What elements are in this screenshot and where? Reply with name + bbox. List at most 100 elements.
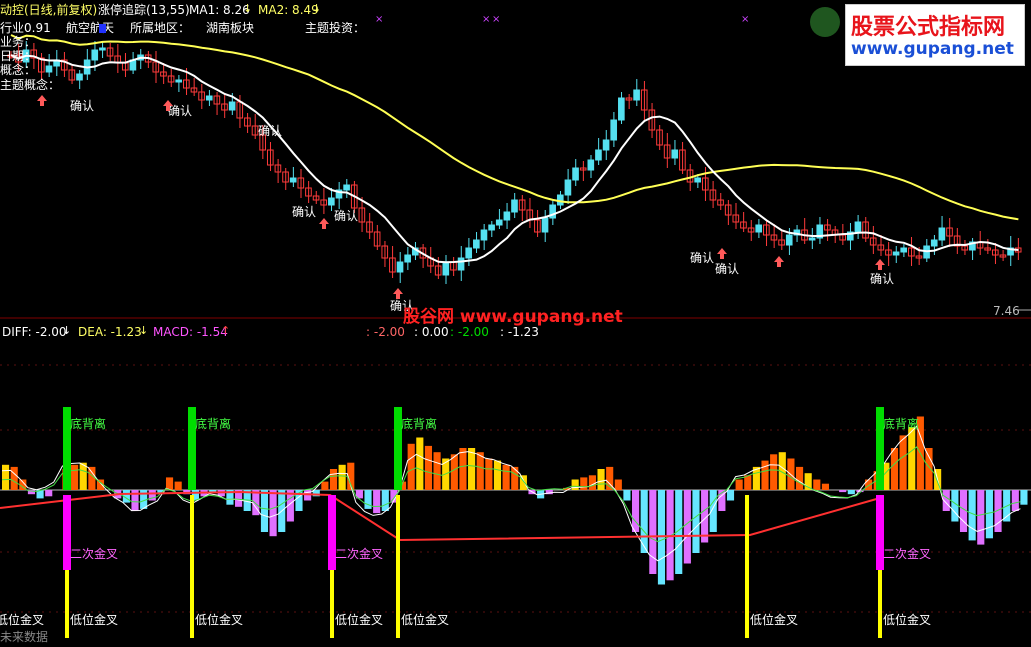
- macd-hist-bar: [433, 452, 441, 490]
- price-tick-label: 7.46: [993, 304, 1020, 318]
- confirm-label: 确认: [258, 124, 282, 138]
- buy-arrow-icon: [319, 218, 329, 229]
- candle-body: [854, 221, 862, 233]
- low-cross-label: 低位金叉: [750, 612, 798, 627]
- candle-body: [503, 211, 511, 221]
- candle-body: [694, 177, 701, 183]
- candle-body: [99, 47, 106, 51]
- second-cross-label: 二次金叉: [335, 546, 383, 561]
- candle-body: [442, 261, 450, 276]
- ma1-value: MA1: 8.26: [189, 3, 250, 17]
- watermark-title: 股票公式指标网: [851, 15, 1006, 40]
- ma2-down-arrow-icon: ↓: [312, 2, 322, 15]
- signal-x-icon: ×: [375, 14, 383, 25]
- macd-hist-bar: [614, 479, 622, 490]
- macd-hist-bar: [597, 469, 605, 490]
- macd-hist-bar: [2, 464, 10, 490]
- extra-value-1: : -2.00: [366, 325, 405, 339]
- macd-hist-bar: [88, 466, 96, 490]
- second-cross-label: 二次金叉: [883, 546, 931, 561]
- macd-hist-bar: [968, 490, 976, 541]
- candle-body: [633, 89, 640, 101]
- industry-marker-icon: [99, 24, 106, 33]
- diff-value: DIFF: -2.00: [2, 325, 67, 339]
- macd-hist-bar: [899, 435, 907, 490]
- macd-hist-bar: [985, 490, 993, 539]
- watermark-center: 股谷网 www.gupang.net: [403, 307, 623, 327]
- candle-body: [511, 199, 518, 213]
- macd-hist-bar: [890, 448, 899, 490]
- macd-hist-bar: [468, 448, 476, 490]
- candle-body: [595, 149, 602, 161]
- macd-hist-bar: [45, 490, 53, 497]
- confirm-label: 确认: [715, 262, 739, 276]
- macd-hist-bar: [502, 464, 510, 490]
- candle-body: [808, 237, 816, 241]
- macd-hist-bar: [10, 466, 18, 490]
- macd-hist-bar: [269, 490, 277, 537]
- candle-body: [930, 239, 938, 247]
- indicator-name: 涨停追踪(13,55): [98, 3, 190, 17]
- second-cross-label: 二次金叉: [70, 546, 118, 561]
- concept-label: 概念：: [0, 63, 37, 77]
- future-data-label: 未来数据: [0, 630, 49, 644]
- candle-body: [938, 227, 946, 241]
- buy-arrow-icon: [717, 248, 727, 259]
- theme-label: 主题投资：: [305, 21, 366, 35]
- low-cross-bar: [190, 495, 194, 638]
- candle-body: [587, 159, 595, 171]
- macd-hist-bar: [683, 490, 691, 564]
- candle-body: [396, 261, 404, 273]
- macd-hist-bar: [925, 448, 933, 490]
- macd-hist-bar: [424, 445, 433, 490]
- business-label: 业务：: [0, 35, 37, 49]
- theme-concept-label: 主题概念：: [0, 78, 61, 92]
- buy-arrow-icon: [875, 259, 885, 270]
- buy-arrow-icon: [393, 288, 403, 299]
- macd-hist-bar: [865, 479, 873, 490]
- macd-hist-bar: [476, 452, 484, 490]
- candle-body: [564, 179, 572, 196]
- low-cross-label: 低位金叉: [70, 612, 118, 627]
- extra-value-3: : -2.00: [450, 325, 489, 339]
- confirm-label: 确认: [690, 251, 714, 265]
- period-label: 日期：: [0, 49, 37, 63]
- candle-body: [488, 224, 495, 231]
- macd-hist-bar: [770, 454, 778, 490]
- low-cross-bar: [878, 570, 882, 638]
- candle-body: [205, 95, 213, 101]
- ma1-down-arrow-icon: ↓: [243, 2, 253, 15]
- macd-hist-bar: [744, 475, 752, 490]
- signal-x-icon: ×: [492, 14, 500, 25]
- macd-hist-bar: [977, 490, 985, 545]
- candle-body: [602, 139, 610, 151]
- macd-hist-bar: [71, 464, 79, 490]
- macd-hist-bar: [640, 490, 648, 553]
- candle-body: [228, 101, 236, 111]
- macd-hist-bar: [821, 483, 830, 490]
- macd-hist-bar: [364, 490, 372, 509]
- macd-hist-bar: [260, 490, 269, 532]
- low-cross-label: 低位金叉: [0, 612, 44, 627]
- macd-up-arrow-icon: ↑: [221, 324, 231, 337]
- candle-body: [289, 177, 297, 183]
- macd-hist-bar: [511, 466, 519, 490]
- bottom-divergence-label: 底背离: [195, 416, 231, 431]
- macd-hist-bar: [847, 490, 855, 495]
- dea-value: DEA: -1.23: [78, 325, 142, 339]
- macd-hist-bar: [338, 464, 346, 490]
- macd-hist-bar: [79, 462, 87, 490]
- macd-hist-bar: [1020, 490, 1028, 505]
- macd-hist-bar: [329, 469, 338, 490]
- low-cross-label: 低位金叉: [883, 612, 931, 627]
- macd-value: MACD: -1.54: [153, 325, 228, 339]
- candle-body: [91, 49, 99, 61]
- confirm-label: 确认: [870, 272, 894, 286]
- macd-hist-bar: [839, 490, 847, 493]
- signal-x-icon: ×: [741, 14, 749, 25]
- confirm-label: 确认: [70, 99, 94, 113]
- diff-down-arrow-icon: ↓: [62, 324, 72, 337]
- macd-hist-bar: [373, 490, 381, 514]
- extra-value-2: : 0.00: [414, 325, 449, 339]
- candle-body: [404, 254, 411, 263]
